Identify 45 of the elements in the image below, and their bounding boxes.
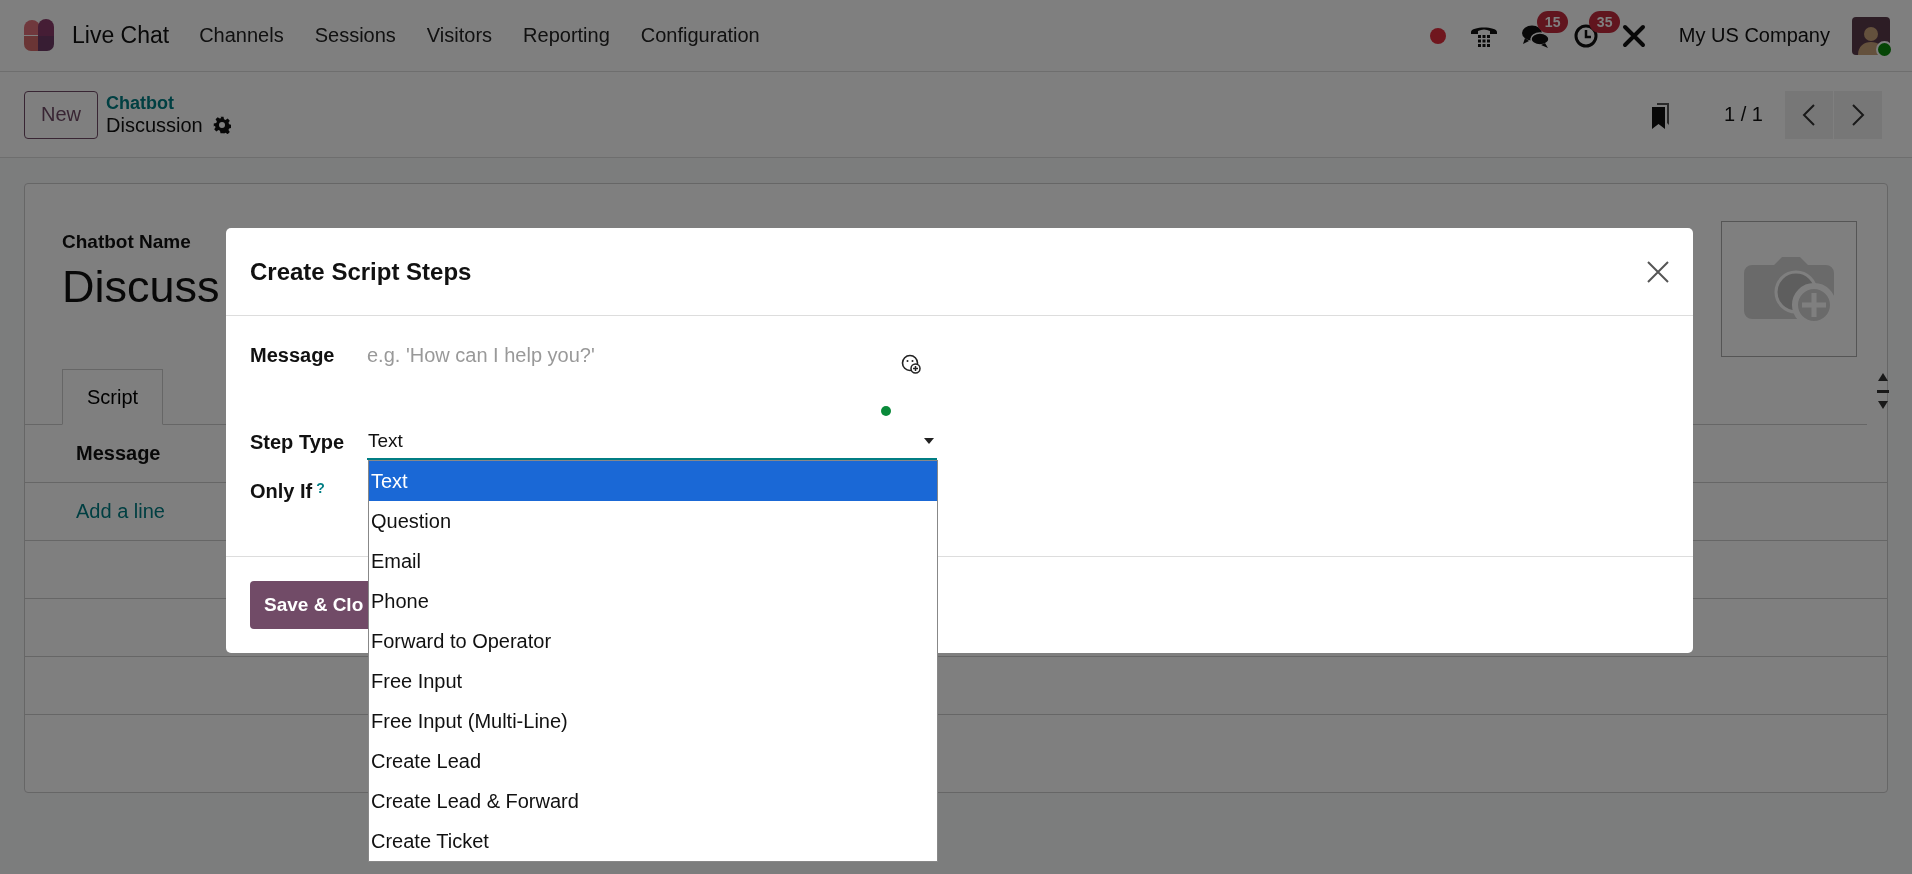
add-line-link[interactable]: Add a line xyxy=(76,500,165,523)
column-header: Message xyxy=(76,442,161,465)
settings-icon[interactable] xyxy=(212,116,231,134)
record-dot-icon[interactable] xyxy=(1428,26,1447,45)
breadcrumb-link[interactable]: Chatbot xyxy=(106,92,231,114)
app-logo-icon[interactable] xyxy=(22,18,56,53)
dropdown-option[interactable]: Free Input xyxy=(369,660,937,702)
dropdown-option[interactable]: Email xyxy=(369,540,937,581)
field-label: Only If xyxy=(250,480,313,503)
help-tooltip[interactable]: ? xyxy=(316,480,325,496)
company-name[interactable]: My US Company xyxy=(1678,24,1830,47)
dropdown-option[interactable]: Text xyxy=(369,460,937,501)
dialog-title: Create Script Steps xyxy=(250,257,472,286)
tab[interactable]: Script xyxy=(62,369,164,425)
previous-button[interactable] xyxy=(1785,90,1833,139)
app-name[interactable]: Live Chat xyxy=(72,22,170,49)
field-label: Chatbot Name xyxy=(62,231,192,253)
clock-icon[interactable] xyxy=(1572,22,1599,49)
breadcrumb-current: Discussion xyxy=(106,113,203,137)
chatbot-name-field[interactable]: Discuss xyxy=(62,261,220,313)
pager-value: 1 / 1 xyxy=(1724,103,1763,126)
dropdown-option[interactable]: Create Lead xyxy=(369,741,937,782)
chevron-left-icon xyxy=(1802,102,1816,127)
menu-item[interactable]: Sessions xyxy=(314,24,396,47)
field-label: Step Type xyxy=(250,430,346,454)
status-dot-icon xyxy=(881,406,891,416)
tools-icon[interactable] xyxy=(1620,22,1647,49)
menu-item[interactable]: Channels xyxy=(199,24,284,47)
notification-count: 15 xyxy=(1536,10,1569,33)
close-button[interactable] xyxy=(1647,260,1669,283)
dropdown-option[interactable]: Create Lead & Forward xyxy=(369,781,937,822)
dropdown-option[interactable]: Create Ticket xyxy=(369,821,937,862)
next-button[interactable] xyxy=(1834,90,1882,139)
menu-item[interactable]: Configuration xyxy=(640,24,760,47)
emoji-icon[interactable] xyxy=(901,354,921,374)
user-avatar[interactable] xyxy=(1852,16,1890,55)
dropdown-option[interactable]: Question xyxy=(369,500,937,541)
field-label: Message xyxy=(250,344,336,367)
menu-item[interactable]: Reporting xyxy=(523,24,610,47)
chevron-right-icon xyxy=(1851,102,1865,127)
caret-icon xyxy=(924,438,934,444)
dropdown-option[interactable]: Free Input (Multi-Line) xyxy=(369,701,937,742)
new-button[interactable]: New xyxy=(24,90,98,139)
notification-count: 35 xyxy=(1588,10,1621,33)
menu-item[interactable]: Visitors xyxy=(426,24,493,47)
